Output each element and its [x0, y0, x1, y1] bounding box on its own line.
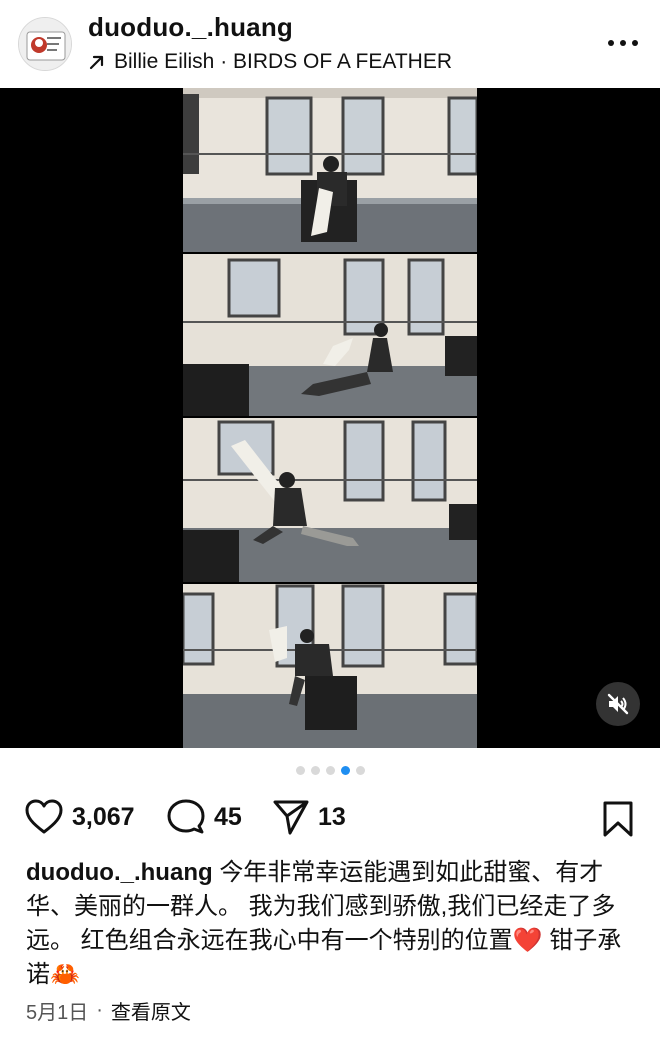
comment-bubble-icon [167, 799, 205, 834]
bookmark-icon [603, 801, 633, 837]
video-frame [183, 88, 477, 252]
meta-separator: · [96, 999, 103, 1021]
see-original-link[interactable]: 查看原文 [111, 996, 191, 1025]
carousel-dot [295, 766, 305, 775]
post-media-video[interactable] [0, 88, 660, 748]
carousel-indicator [0, 766, 660, 775]
carousel-dot [355, 766, 365, 775]
caption-heart-emoji: ❤️ [512, 927, 543, 954]
comment-count: 45 [214, 802, 242, 831]
music-link[interactable]: Billie Eilish · BIRDS OF A FEATHER [88, 50, 452, 74]
like-count: 3,067 [72, 802, 135, 831]
share-button[interactable]: 13 [272, 798, 346, 836]
more-dot [608, 40, 614, 46]
avatar[interactable] [18, 17, 72, 71]
post-actions: 3,067 45 13 [0, 798, 660, 842]
post-caption: duoduo._.huang 今年非常幸运能遇到如此甜蜜、有才华、美丽的一群人。… [26, 856, 640, 992]
send-paper-plane-icon [273, 800, 309, 835]
video-frames-strip [183, 88, 477, 748]
caption-crab-emoji: 🦀 [50, 961, 80, 988]
more-options-button[interactable] [608, 28, 638, 58]
post-username[interactable]: duoduo._.huang [88, 12, 293, 43]
mute-toggle-button[interactable] [596, 682, 640, 726]
video-frame [183, 584, 477, 748]
music-text: Billie Eilish · BIRDS OF A FEATHER [114, 50, 453, 73]
like-button[interactable]: 3,067 [24, 798, 135, 836]
carousel-dot [325, 766, 335, 775]
video-frame [183, 254, 477, 416]
video-frame [183, 418, 477, 582]
post-meta: 5月1日 · 查看原文 [26, 996, 191, 1025]
post-header: duoduo._.huang Billie Eilish · BIRDS OF … [0, 0, 660, 88]
speaker-muted-icon [607, 693, 629, 715]
share-count: 13 [318, 802, 346, 831]
save-button[interactable] [602, 800, 634, 843]
arrow-up-right-icon [89, 55, 104, 70]
heart-icon [25, 799, 63, 834]
more-dot [620, 40, 626, 46]
carousel-dot [310, 766, 320, 775]
caption-username[interactable]: duoduo._.huang [26, 859, 213, 886]
comment-button[interactable]: 45 [166, 798, 242, 836]
more-dot [632, 40, 638, 46]
post-date: 5月1日 [26, 1002, 89, 1024]
carousel-dot-active [340, 766, 350, 775]
